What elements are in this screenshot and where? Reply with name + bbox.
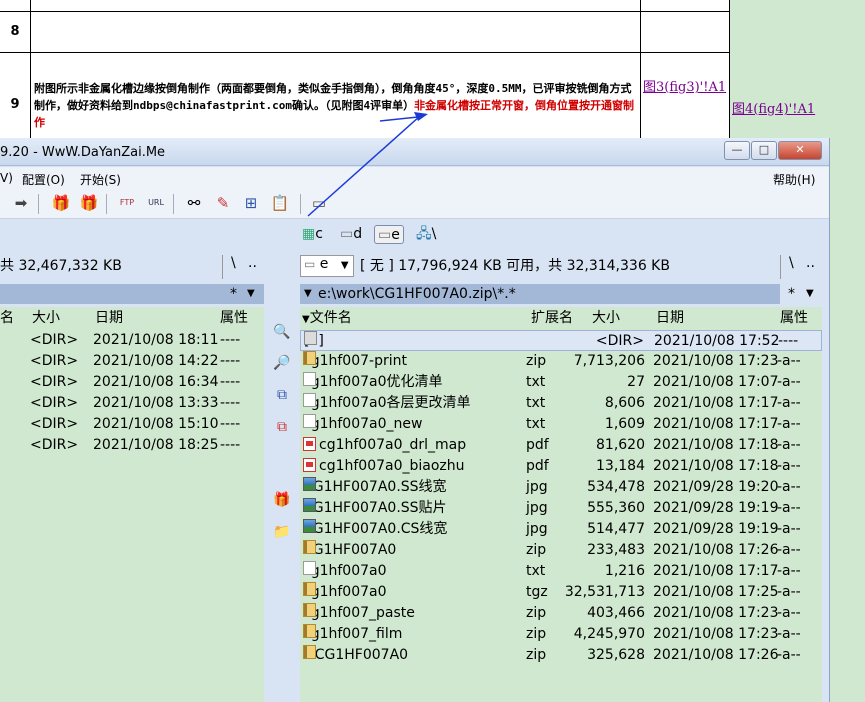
annotation-arrow: [307, 112, 428, 217]
